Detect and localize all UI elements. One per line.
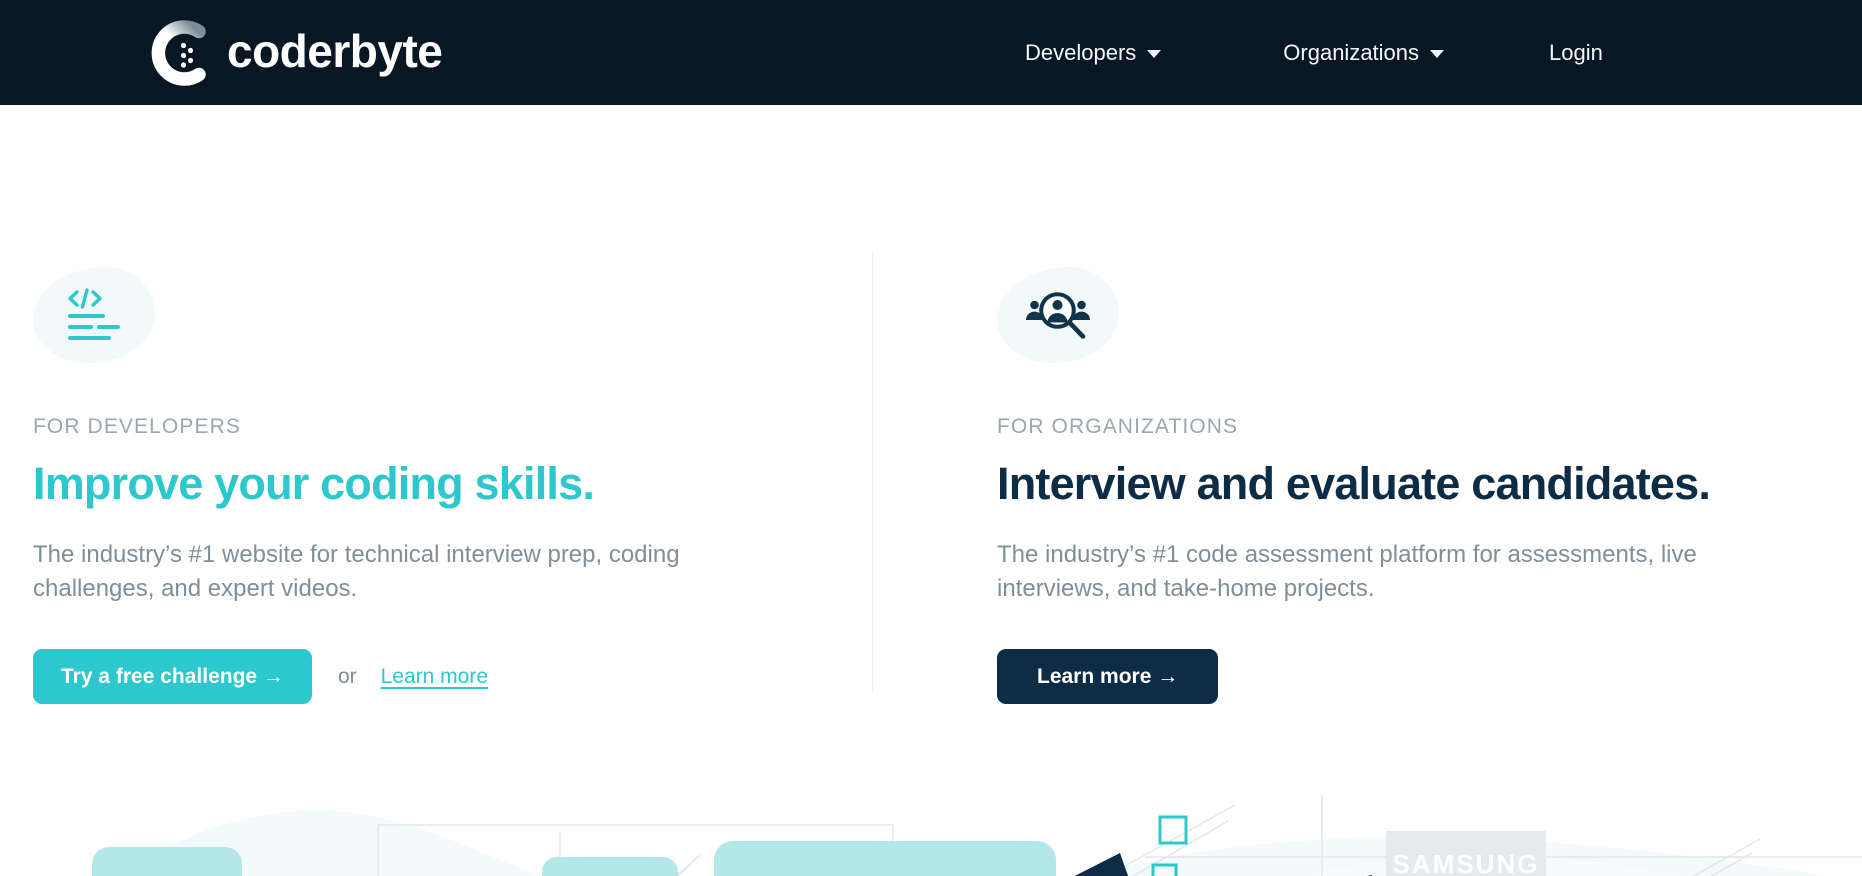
hero-illustration: A JS SAMSUNG <box>0 795 1862 876</box>
or-separator-label: or <box>337 664 357 688</box>
hero-description: The industry’s #1 code assessment platfo… <box>997 540 1697 603</box>
candidate-search-icon <box>997 267 1119 363</box>
organizations-learn-more-button[interactable]: Learn more → <box>997 649 1219 705</box>
chevron-down-icon <box>1147 50 1162 58</box>
profile-rating-card <box>714 841 1056 876</box>
coderbyte-c-logo-icon <box>145 17 217 89</box>
samsung-logo-card: SAMSUNG <box>1386 831 1546 876</box>
samsung-logo-text: SAMSUNG <box>1393 849 1540 876</box>
try-free-challenge-button[interactable]: Try a free challenge → <box>33 649 312 705</box>
chevron-down-icon <box>1430 50 1445 58</box>
primary-nav: Developers Organizations Login <box>1025 0 1603 105</box>
cta-row-developers: Try a free challenge → or Learn more <box>33 649 823 705</box>
eyebrow-label: FOR DEVELOPERS <box>33 415 241 438</box>
nav-item-login[interactable]: Login <box>1549 40 1603 66</box>
developers-learn-more-link[interactable]: Learn more <box>381 665 488 689</box>
page-title: Interview and evaluate candidates. <box>997 458 1711 509</box>
code-snippet-card <box>542 857 678 876</box>
cta-row-organizations: Learn more → <box>997 649 1797 705</box>
code-document-icon <box>33 267 155 363</box>
column-divider <box>872 253 873 691</box>
video-card <box>92 847 242 876</box>
hero-section: FOR DEVELOPERS Improve your coding skill… <box>0 105 1862 876</box>
nav-item-developers[interactable]: Developers <box>1025 39 1162 66</box>
page-title: Improve your coding skills. <box>33 458 595 509</box>
site-header: coderbyte Developers Organizations Login <box>0 0 1862 105</box>
eyebrow-label: FOR ORGANIZATIONS <box>997 415 1239 438</box>
nav-item-label: Developers <box>1025 39 1137 65</box>
nav-item-label: Login <box>1549 39 1603 65</box>
brand-wordmark: coderbyte <box>227 25 443 77</box>
nav-item-organizations[interactable]: Organizations <box>1283 39 1445 66</box>
hero-column-organizations: FOR ORGANIZATIONS Interview and evaluate… <box>997 105 1797 705</box>
hero-column-developers: FOR DEVELOPERS Improve your coding skill… <box>33 105 823 705</box>
brand-logo-link[interactable]: coderbyte <box>145 17 443 89</box>
hero-description: The industry’s #1 website for technical … <box>33 540 680 603</box>
nav-item-label: Organizations <box>1283 39 1420 65</box>
